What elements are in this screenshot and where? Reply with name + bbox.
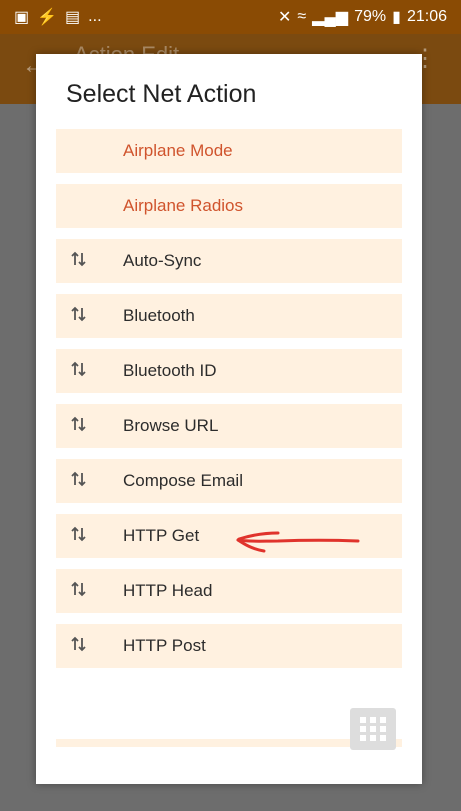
grid-icon-dot (360, 735, 366, 741)
grid-view-button[interactable] (350, 708, 396, 750)
list-item-compose-email[interactable]: Compose Email (56, 459, 402, 503)
updown-arrow-icon (71, 416, 86, 432)
mail-icon: ▤ (65, 9, 81, 26)
grid-icon-dot (380, 717, 386, 723)
list-item-airplane-radios[interactable]: Airplane Radios (56, 184, 402, 228)
status-ellipsis: ... (88, 8, 102, 25)
updown-arrow-icon (71, 526, 86, 542)
grid-icon-dot (370, 717, 376, 723)
status-bar: ▣ ⚡ ▤ ... ✕ ≈ ▂▄▆ 79% ▮ 21:06 (0, 0, 461, 34)
list-item-http-get[interactable]: HTTP Get (56, 514, 402, 558)
updown-arrow-icon (71, 636, 86, 652)
list-item-http-head[interactable]: HTTP Head (56, 569, 402, 613)
dialog-title: Select Net Action (66, 80, 257, 108)
signal-icon: ▂▄▆ (312, 9, 349, 26)
list-item-auto-sync[interactable]: Auto-Sync (56, 239, 402, 283)
updown-arrow-icon (71, 471, 86, 487)
status-time: 21:06 (406, 8, 447, 25)
list-item-label: HTTP Get (123, 526, 200, 545)
list-item-label: HTTP Head (123, 581, 213, 600)
net-action-list[interactable]: Airplane Mode Airplane Radios Auto-Sync … (56, 129, 402, 747)
grid-icon-dot (370, 726, 376, 732)
grid-icon-dot (380, 726, 386, 732)
list-item-label: Bluetooth (123, 306, 195, 325)
list-item-label: Browse URL (123, 416, 219, 435)
updown-arrow-icon (71, 251, 86, 267)
list-item-bluetooth-id[interactable]: Bluetooth ID (56, 349, 402, 393)
battery-percent: 79% (354, 8, 387, 25)
grid-icon-dot (380, 735, 386, 741)
battery-icon: ▮ (392, 9, 401, 26)
list-item-label: HTTP Post (123, 636, 206, 655)
list-item-label: Bluetooth ID (123, 361, 217, 380)
updown-arrow-icon (71, 581, 86, 597)
list-item-http-post[interactable]: HTTP Post (56, 624, 402, 668)
image-icon: ▣ (14, 9, 30, 26)
list-item-bluetooth[interactable]: Bluetooth (56, 294, 402, 338)
grid-icon (360, 717, 366, 723)
wifi-icon: ≈ (297, 8, 307, 25)
grid-icon-dot (360, 726, 366, 732)
list-item-label: Airplane Mode (123, 141, 233, 160)
status-right: ✕ ≈ ▂▄▆ 79% ▮ 21:06 (278, 7, 447, 27)
list-item-browse-url[interactable]: Browse URL (56, 404, 402, 448)
list-item-airplane-mode[interactable]: Airplane Mode (56, 129, 402, 173)
list-item-label: Compose Email (123, 471, 243, 490)
grid-icon-dot (370, 735, 376, 741)
bolt-icon: ⚡ (37, 9, 58, 26)
list-item-label: Auto-Sync (123, 251, 202, 270)
mute-icon: ✕ (277, 9, 292, 26)
select-net-action-dialog: Select Net Action Airplane Mode Airplane… (36, 54, 422, 784)
updown-arrow-icon (71, 361, 86, 377)
list-item-label: Airplane Radios (123, 196, 244, 215)
status-left: ▣ ⚡ ▤ ... (14, 7, 102, 27)
updown-arrow-icon (71, 306, 86, 322)
